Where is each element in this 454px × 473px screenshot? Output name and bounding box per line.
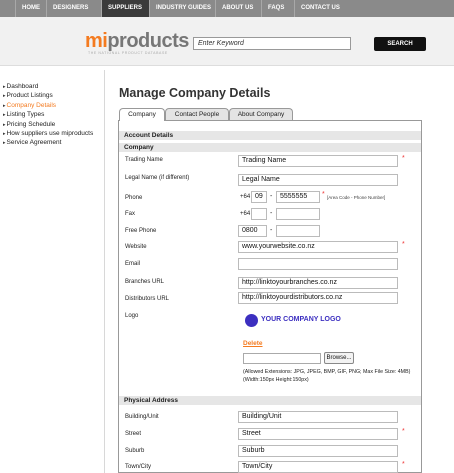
page-title: Manage Company Details <box>119 86 271 100</box>
nav-industry-guides-label: INDUSTRY GUIDES <box>156 5 212 11</box>
building-unit-label: Building/Unit <box>125 414 159 420</box>
search-button[interactable]: SEARCH <box>374 37 426 51</box>
website-label: Website <box>125 244 147 250</box>
chevron-right-icon: ▸ <box>3 112 6 119</box>
chevron-right-icon: ▸ <box>3 93 6 100</box>
fax-area-field[interactable] <box>251 208 267 220</box>
distributors-url-field[interactable]: http://linktoyourdistributors.co.nz <box>238 292 398 304</box>
sidebar-item-label: Listing Types <box>6 111 45 119</box>
required-mark: * <box>402 461 405 468</box>
chevron-right-icon: ▸ <box>3 84 6 90</box>
chevron-right-icon: ▸ <box>3 130 6 137</box>
required-mark: * <box>322 191 325 198</box>
required-mark: * <box>402 241 405 248</box>
fax-number-field[interactable] <box>276 208 320 220</box>
sidebar-item-pricing-schedule[interactable]: ▸Pricing Schedule <box>3 120 109 129</box>
nav-faqs-label: FAQS <box>268 5 285 11</box>
upload-note-extensions: (Allowed Extensions: JPG, JPEG, BMP, GIF… <box>243 369 411 375</box>
sidebar-item-how-suppliers-use[interactable]: ▸How suppliers use miproducts <box>3 129 109 138</box>
suburb-field[interactable]: Suburb <box>238 445 398 457</box>
sidebar-item-label: How suppliers use miproducts <box>6 129 94 137</box>
nav-home-label: HOME <box>22 5 40 11</box>
email-field[interactable] <box>238 258 398 270</box>
delete-logo-link[interactable]: Delete <box>243 340 263 347</box>
nav-about-us-label: ABOUT US <box>222 5 254 11</box>
upload-note-dimensions: (Width:150px Height:150px) <box>243 377 309 383</box>
website-field[interactable]: www.yourwebsite.co.nz <box>238 241 398 253</box>
logo-circle-icon <box>245 314 258 327</box>
free-phone-label: Free Phone <box>125 228 157 234</box>
search-input[interactable]: Enter Keyword <box>193 37 351 50</box>
nav-faqs[interactable]: FAQS <box>261 0 294 17</box>
phone-dash: - <box>270 193 273 200</box>
phone-number-field[interactable]: 5555555 <box>276 191 320 203</box>
logo-mi: mi <box>85 30 108 52</box>
logo-file-input[interactable] <box>243 353 321 364</box>
tab-company[interactable]: Company <box>119 108 165 121</box>
branches-url-field[interactable]: http://linktoyourbranches.co.nz <box>238 277 398 289</box>
fax-label: Fax <box>125 211 136 217</box>
free-phone-dash: - <box>270 227 273 234</box>
sidebar-item-listing-types[interactable]: ▸Listing Types <box>3 110 109 119</box>
logo-tagline: THE NATIONAL PRODUCT DATABASE <box>88 51 168 55</box>
branches-url-label: Branches URL <box>125 279 165 285</box>
nav-designers-label: DESIGNERS <box>53 5 89 11</box>
trading-name-field[interactable]: Trading Name <box>238 155 398 167</box>
phone-area-field[interactable]: 09 <box>251 191 267 203</box>
nav-industry-guides[interactable]: INDUSTRY GUIDES <box>149 0 215 17</box>
section-account-details: Account Details <box>119 131 421 140</box>
section-physical-address: Physical Address <box>119 396 421 405</box>
sidebar-item-label: Pricing Schedule <box>6 120 56 128</box>
sidebar-divider <box>104 70 105 473</box>
suburb-label: Suburb <box>125 448 145 454</box>
trading-name-label: Trading Name <box>125 157 163 163</box>
sidebar-item-label: Company Details <box>6 101 57 109</box>
sidebar-item-product-listings[interactable]: ▸Product Listings <box>3 91 109 100</box>
nav-home[interactable]: HOME <box>15 0 46 17</box>
free-phone-number-field[interactable] <box>276 225 320 237</box>
town-city-field[interactable]: Town/City <box>238 461 398 473</box>
fax-dash: - <box>270 210 273 217</box>
sidebar-item-dashboard[interactable]: ▸Dashboard <box>3 82 109 91</box>
sidebar-item-company-details[interactable]: ▸Company Details <box>3 101 109 110</box>
chevron-right-icon: ▸ <box>3 140 6 147</box>
nav-designers[interactable]: DESIGNERS <box>46 0 101 17</box>
nav-contact-us[interactable]: CONTACT US <box>294 0 350 17</box>
sidebar: ▸Dashboard ▸Product Listings ▸Company De… <box>3 82 109 148</box>
chevron-right-icon: ▸ <box>3 121 6 128</box>
town-city-label: Town/City <box>125 464 152 470</box>
chevron-right-icon: ▸ <box>3 102 6 109</box>
phone-country-code: +64 <box>240 194 251 200</box>
company-logo-text: YOUR COMPANY LOGO <box>261 316 341 323</box>
email-label: Email <box>125 261 141 267</box>
building-unit-field[interactable]: Building/Unit <box>238 411 398 423</box>
nav-contact-us-label: CONTACT US <box>301 5 340 11</box>
sidebar-item-label: Product Listings <box>6 92 53 100</box>
logo-products: products <box>107 30 189 52</box>
required-mark: * <box>402 155 405 162</box>
free-phone-prefix-field[interactable]: 0800 <box>238 225 267 237</box>
fax-country-code: +64 <box>240 211 251 217</box>
section-company: Company <box>119 143 421 152</box>
street-field[interactable]: Street <box>238 428 398 440</box>
nav-about-us[interactable]: ABOUT US <box>215 0 261 17</box>
legal-name-field[interactable]: Legal Name <box>238 174 398 186</box>
tab-about-company[interactable]: About Company <box>229 108 293 120</box>
tab-contact-people[interactable]: Contact People <box>165 108 229 120</box>
nav-suppliers-label: SUPPLIERS <box>108 5 143 11</box>
sidebar-item-service-agreement[interactable]: ▸Service Agreement <box>3 138 109 147</box>
sidebar-item-label: Service Agreement <box>6 139 62 147</box>
phone-label: Phone <box>125 195 143 201</box>
logo-label: Logo <box>125 313 139 319</box>
site-logo[interactable]: miproducts <box>85 30 189 53</box>
required-mark: * <box>402 428 405 435</box>
distributors-url-label: Distributors URL <box>125 296 170 302</box>
top-navigation: HOME DESIGNERS SUPPLIERS INDUSTRY GUIDES… <box>0 0 454 17</box>
browse-button[interactable]: Browse... <box>324 352 354 364</box>
phone-hint: [Area Code - Phone Number] <box>327 195 386 200</box>
sidebar-item-label: Dashboard <box>6 83 39 90</box>
legal-name-label: Legal Name (if different) <box>125 175 190 181</box>
nav-suppliers[interactable]: SUPPLIERS <box>101 0 149 17</box>
street-label: Street <box>125 431 142 437</box>
